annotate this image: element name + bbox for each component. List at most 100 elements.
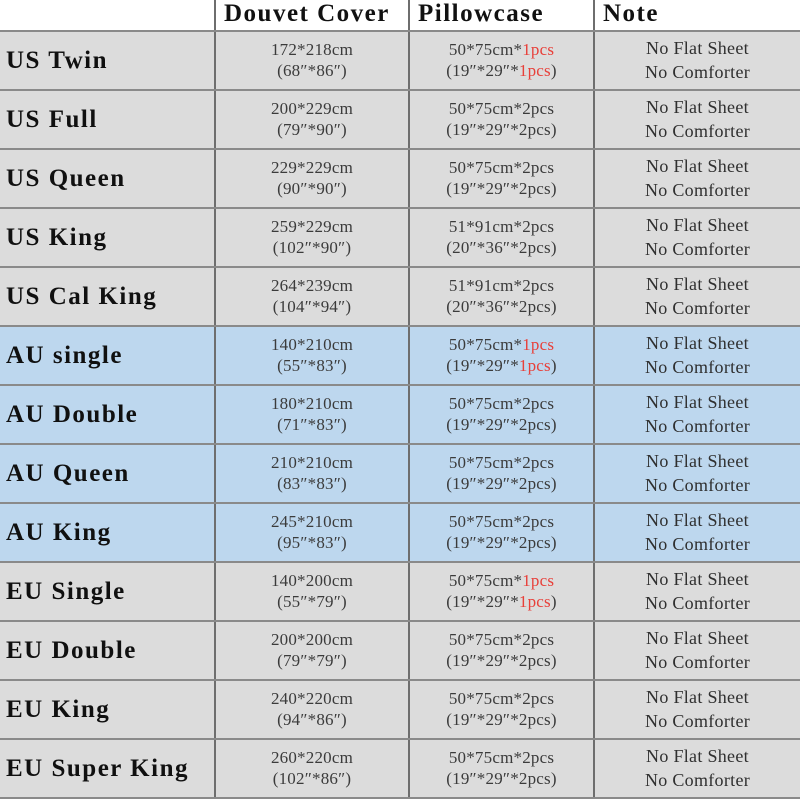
pillowcase-in-qty: 2pcs [518, 768, 551, 788]
pillowcase-cm: 50*75cm*2pcs [449, 512, 554, 533]
pillowcase-in-size: (19″*29″* [446, 532, 519, 552]
cell-duvet-cover: 260*220cm (102″*86″) [215, 739, 410, 799]
pillowcase-measurements: 50*75cm*1pcs (19″*29″*1pcs) [410, 570, 592, 612]
note-text: No Flat Sheet No Comforter [595, 745, 800, 792]
size-label: EU Super King [6, 754, 189, 782]
duvet-measurements: 140*200cm (55″*79″) [216, 571, 407, 612]
cell-size: AU King [0, 503, 216, 563]
cell-note: No Flat Sheet No Comforter [594, 385, 800, 445]
pillowcase-in-suffix: ) [550, 591, 557, 611]
size-label: AU Double [6, 400, 139, 428]
pillowcase-in-suffix: ) [550, 709, 557, 729]
duvet-cm: 240*220cm [270, 688, 354, 708]
cell-size: AU Queen [0, 444, 216, 504]
column-header-duvet-cover: Douvet Cover [215, 0, 410, 32]
note-line-2: No Comforter [644, 297, 751, 318]
cell-size: US King [0, 208, 216, 268]
pillowcase-cm-size: 50*75cm* [448, 39, 523, 59]
pillowcase-in-suffix: ) [550, 119, 557, 139]
pillowcase-cm: 51*91cm*2pcs [449, 217, 554, 238]
pillowcase-measurements: 50*75cm*2pcs (19″*29″*2pcs) [410, 512, 592, 554]
cell-pillowcase: 50*75cm*1pcs (19″*29″*1pcs) [409, 562, 595, 622]
duvet-inches: (55″*83″) [277, 355, 347, 375]
pillowcase-measurements: 50*75cm*2pcs (19″*29″*2pcs) [410, 158, 592, 199]
size-label: EU Single [6, 577, 126, 605]
note-line-2: No Comforter [644, 356, 751, 377]
pillowcase-cm-qty: 2pcs [522, 157, 555, 177]
pillowcase-cm: 51*91cm*2pcs [449, 276, 554, 297]
duvet-measurements: 240*220cm (94″*86″) [216, 688, 407, 730]
pillowcase-cm-qty: 2pcs [522, 511, 555, 531]
cell-note: No Flat Sheet No Comforter [594, 621, 800, 681]
note-line-1: No Flat Sheet [646, 97, 749, 118]
note-line-1: No Flat Sheet [646, 510, 749, 531]
pillowcase-inches: (19″*29″*2pcs) [446, 533, 556, 554]
pillowcase-cm: 50*75cm*2pcs [449, 453, 554, 474]
cell-duvet-cover: 229*229cm (90″*90″) [215, 149, 410, 209]
pillowcase-in-qty: 2pcs [518, 119, 551, 139]
duvet-cm: 200*200cm [270, 629, 354, 649]
duvet-inches: (90″*90″) [277, 178, 347, 198]
cell-pillowcase: 50*75cm*2pcs (19″*29″*2pcs) [409, 385, 595, 445]
cell-note: No Flat Sheet No Comforter [594, 562, 800, 622]
pillowcase-cm-qty: 1pcs [522, 570, 555, 590]
pillowcase-cm-size: 50*75cm* [448, 688, 523, 708]
column-header-size [0, 0, 216, 32]
note-line-2: No Comforter [644, 415, 751, 436]
cell-pillowcase: 50*75cm*1pcs (19″*29″*1pcs) [409, 326, 595, 386]
cell-size: US Cal King [0, 267, 216, 327]
duvet-inches: (95″*83″) [277, 532, 347, 552]
size-label: US Twin [6, 46, 108, 74]
table-row: EU Double 200*200cm (79″*79″) 50*75cm*2pcs(… [0, 621, 800, 681]
duvet-measurements: 200*200cm (79″*79″) [216, 629, 407, 671]
cell-pillowcase: 51*91cm*2pcs (20″*36″*2pcs) [409, 208, 595, 268]
duvet-measurements: 229*229cm (90″*90″) [216, 158, 407, 199]
duvet-inches: (79″*79″) [277, 650, 347, 670]
pillowcase-cm: 50*75cm*2pcs [449, 158, 554, 179]
note-text: No Flat Sheet No Comforter [595, 391, 800, 438]
table-row: AU single 140*210cm (55″*83″) 50*75cm*1pcs(… [0, 326, 800, 386]
note-line-1: No Flat Sheet [646, 451, 749, 472]
cell-size: EU Super King [0, 739, 216, 799]
duvet-measurements: 259*229cm (102″*90″) [216, 217, 407, 258]
duvet-measurements: 140*210cm (55″*83″) [216, 335, 407, 376]
duvet-measurements: 200*229cm (79″*90″) [216, 99, 407, 140]
pillowcase-cm-qty: 2pcs [522, 629, 555, 649]
pillowcase-cm-qty: 2pcs [522, 688, 555, 708]
duvet-measurements: 180*210cm (71″*83″) [216, 394, 407, 435]
pillowcase-cm-qty: 1pcs [522, 334, 555, 354]
pillowcase-in-qty: 2pcs [518, 178, 551, 198]
pillowcase-in-qty: 1pcs [518, 355, 551, 375]
pillowcase-in-qty: 1pcs [518, 60, 551, 80]
pillowcase-measurements: 51*91cm*2pcs (20″*36″*2pcs) [410, 276, 592, 317]
table-header: Douvet Cover Pillowcase Note [0, 0, 800, 32]
size-label: US Cal King [6, 282, 158, 310]
size-label: AU Queen [6, 459, 130, 487]
cell-pillowcase: 50*75cm*2pcs (19″*29″*2pcs) [409, 444, 595, 504]
column-header-note: Note [594, 0, 800, 32]
note-text: No Flat Sheet No Comforter [595, 686, 800, 733]
pillowcase-cm-qty: 1pcs [522, 39, 555, 59]
note-line-1: No Flat Sheet [646, 569, 749, 590]
duvet-measurements: 260*220cm (102″*86″) [216, 748, 407, 789]
pillowcase-measurements: 50*75cm*2pcs (19″*29″*2pcs) [410, 453, 592, 494]
table-row: US Full 200*229cm (79″*90″) 50*75cm*2pcs (19… [0, 90, 800, 150]
table-row: AU King 245*210cm (95″*83″) 50*75cm*2pcs (19… [0, 503, 800, 563]
note-line-1: No Flat Sheet [646, 333, 749, 354]
pillowcase-cm-qty: 2pcs [522, 452, 555, 472]
pillowcase-in-suffix: ) [550, 532, 557, 552]
duvet-measurements: 264*239cm (104″*94″) [216, 276, 407, 317]
pillowcase-cm-size: 50*75cm* [448, 511, 523, 531]
cell-size: US Twin [0, 31, 216, 91]
table-row: AU Queen 210*210cm (83″*83″) 50*75cm*2pcs (1… [0, 444, 800, 504]
pillowcase-in-suffix: ) [550, 178, 557, 198]
cell-note: No Flat Sheet No Comforter [594, 149, 800, 209]
note-line-2: No Comforter [644, 769, 751, 790]
pillowcase-cm: 50*75cm*2pcs [449, 394, 554, 415]
pillowcase-in-size: (19″*29″* [446, 60, 519, 80]
cell-duvet-cover: 200*200cm (79″*79″) [215, 621, 410, 681]
pillowcase-in-size: (19″*29″* [446, 709, 519, 729]
pillowcase-measurements: 50*75cm*2pcs (19″*29″*2pcs) [410, 688, 592, 730]
cell-pillowcase: 50*75cm*2pcs (19″*29″*2pcs) [409, 503, 595, 563]
cell-duvet-cover: 240*220cm (94″*86″) [215, 680, 410, 740]
